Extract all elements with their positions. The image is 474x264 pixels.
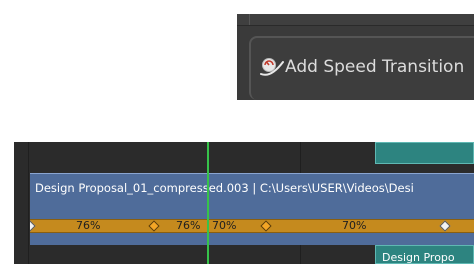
clip-above[interactable] [375,142,474,164]
track-gridline [28,142,29,264]
menu-item-label: Add Speed Transition [285,57,465,77]
speed-value: 70% [342,219,367,232]
video-clip[interactable]: Design Proposal_01_compressed.003 | C:\U… [30,173,474,245]
next-clip-title: Design Propo [382,251,455,264]
next-clip[interactable]: Design Propo [375,245,474,264]
speed-keyframe-handle[interactable] [30,220,36,232]
add-speed-transition-menu-item[interactable]: Add Speed Transition [249,36,474,100]
playhead[interactable] [207,142,209,264]
timeline-track-area[interactable]: Design Proposal_01_compressed.003 | C:\U… [14,142,474,264]
menu-separator-row [237,14,474,26]
speed-curve-bar[interactable]: 76% 76% 70% 70% [30,219,474,233]
speed-value: 76% [76,219,101,232]
speed-value: 70% [212,219,237,232]
speed-value: 76% [176,219,201,232]
speed-gauge-icon [259,56,285,78]
speed-keyframe-handle[interactable] [439,220,451,232]
context-menu: Add Speed Transition [237,14,474,100]
speed-keyframe-handle[interactable] [148,220,160,232]
clip-title: Design Proposal_01_compressed.003 | C:\U… [35,181,414,195]
speed-keyframe-handle[interactable] [260,220,272,232]
menu-divider [249,14,250,25]
